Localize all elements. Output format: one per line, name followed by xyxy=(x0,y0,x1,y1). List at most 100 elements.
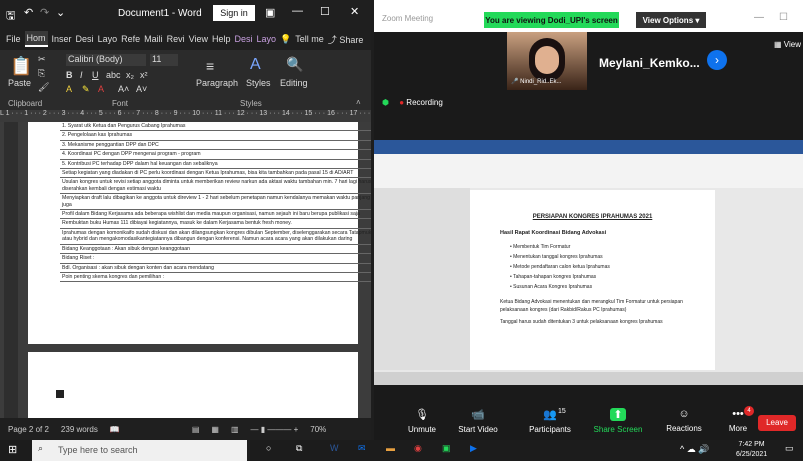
tab-home[interactable]: Hom xyxy=(24,31,48,47)
start-video-button[interactable]: 📹 Start Video xyxy=(448,408,508,434)
font-size-dropdown[interactable]: 11 xyxy=(150,54,178,66)
redo-icon[interactable]: ↷ xyxy=(40,6,49,19)
document-line[interactable]: 4. Koordinasi PC dengan DPP mengenai pro… xyxy=(60,150,371,160)
editing-button[interactable]: Editing xyxy=(280,78,308,88)
document-line[interactable]: Profil dalam Bidang Kerjasama ada bebera… xyxy=(60,210,371,220)
editing-icon[interactable]: 🔍 xyxy=(286,56,303,73)
zoom-slider[interactable]: — ▮ ——— + xyxy=(251,425,299,434)
next-page-button[interactable]: › xyxy=(707,50,727,70)
notification-icon[interactable]: ▭ xyxy=(785,443,794,454)
page-count[interactable]: Page 2 of 2 xyxy=(8,425,49,434)
document-line[interactable]: Menyiapkan draft lalu dibagikan ke anggo… xyxy=(60,194,371,211)
file-explorer-icon[interactable]: ▬ xyxy=(386,443,395,453)
close-icon[interactable]: ✕ xyxy=(350,5,359,18)
chrome-taskbar-icon[interactable]: ◉ xyxy=(414,443,422,454)
windows-start-icon[interactable]: ⊞ xyxy=(8,443,17,456)
reactions-button[interactable]: ☺ Reactions xyxy=(654,408,714,433)
document-line[interactable]: 1. Syarat utk Ketua dan Pengurus Cabang … xyxy=(60,122,371,132)
shrink-font-icon[interactable]: A˅ xyxy=(136,84,147,94)
document-line[interactable]: 2. Pengelolaan kas Iprahumas xyxy=(60,131,371,141)
leave-button[interactable]: Leave xyxy=(758,415,796,431)
clipboard-icon[interactable]: 📋 xyxy=(10,56,32,77)
font-name-dropdown[interactable]: Calibri (Body) xyxy=(66,54,146,66)
bold-icon[interactable]: B xyxy=(66,70,73,80)
tab-view[interactable]: View xyxy=(189,34,208,44)
view-options-button[interactable]: View Options ▾ xyxy=(636,12,706,28)
tab-insert[interactable]: Inser xyxy=(52,34,72,44)
font-color-icon[interactable]: A xyxy=(98,84,104,94)
strikethrough-icon[interactable]: abc xyxy=(106,70,121,80)
collapse-ribbon-icon[interactable]: ˄ xyxy=(356,98,361,107)
mail-taskbar-icon[interactable]: ✉ xyxy=(358,443,366,454)
taskbar-search-box[interactable]: ⌕ Type here to search xyxy=(32,440,247,461)
document-line[interactable]: Poin penting skema kongres dan pemilihan… xyxy=(60,273,371,283)
document-line[interactable]: Bdl. Organisasi : akan sibuk dengan kont… xyxy=(60,264,371,273)
tab-file[interactable]: File xyxy=(6,34,21,44)
tab-table-layout[interactable]: Layo xyxy=(257,34,277,44)
lightbulb-icon[interactable]: 💡 xyxy=(280,34,291,45)
print-layout-icon[interactable]: ▦ xyxy=(211,425,219,434)
tab-mailings[interactable]: Maili xyxy=(144,34,163,44)
document-line[interactable]: Iprahumas dengan komonikaifo sudah disku… xyxy=(60,229,371,245)
zoom-maximize-icon[interactable]: ☐ xyxy=(779,12,788,23)
tab-design[interactable]: Desi xyxy=(76,34,94,44)
taskbar-clock[interactable]: 7:42 PM 6/25/2021 xyxy=(736,440,767,460)
cut-icon[interactable]: ✂ xyxy=(38,54,46,65)
tab-table-design[interactable]: Desi xyxy=(235,34,253,44)
table-move-handle[interactable] xyxy=(56,390,64,398)
quick-access-icon[interactable]: ⌄ xyxy=(56,6,65,19)
paragraph-button[interactable]: Paragraph xyxy=(196,78,238,88)
document-line[interactable]: 3. Mekanisme penggantian DPP dan DPC xyxy=(60,141,371,151)
highlight-icon[interactable]: ✎ xyxy=(82,84,90,95)
view-toggle[interactable]: ▦ View xyxy=(774,40,801,49)
zoom-taskbar-icon[interactable]: ▶ xyxy=(470,443,477,454)
tell-me-box[interactable]: Tell me xyxy=(295,34,324,44)
maximize-icon[interactable]: ☐ xyxy=(320,5,330,18)
read-mode-icon[interactable]: ▤ xyxy=(192,425,200,434)
tab-review[interactable]: Revi xyxy=(167,34,185,44)
document-line[interactable]: Rembuktan buku Humas 111 dibiayai kegiat… xyxy=(60,219,371,229)
recording-indicator[interactable]: ⬢ ● Recording xyxy=(382,98,443,107)
document-line[interactable]: 5. Kontribusi PC terhadap DPP dalam hal … xyxy=(60,160,371,170)
grow-font-icon[interactable]: A˄ xyxy=(118,84,129,94)
app-taskbar-icon[interactable]: ▣ xyxy=(442,443,451,454)
format-painter-icon[interactable]: 🖌 xyxy=(38,82,49,93)
tab-help[interactable]: Help xyxy=(212,34,231,44)
subscript-icon[interactable]: x₂ xyxy=(126,70,134,80)
styles-button[interactable]: Styles xyxy=(246,78,271,88)
cortana-icon[interactable]: ○ xyxy=(266,443,271,453)
copy-icon[interactable]: ⎘ xyxy=(38,68,45,79)
web-layout-icon[interactable]: ▥ xyxy=(231,425,239,434)
participant-video-tile[interactable]: 🎤 Nindi_Rid..Ek... xyxy=(507,32,587,90)
share-button[interactable]: ⤴ Share xyxy=(328,33,364,46)
tab-references[interactable]: Refe xyxy=(121,34,140,44)
undo-icon[interactable]: ↶ xyxy=(24,6,33,19)
proofing-icon[interactable]: 📖 xyxy=(110,425,120,434)
document-line[interactable]: Bidang Riset : xyxy=(60,254,371,264)
save-icon[interactable]: 🖫 xyxy=(6,7,15,26)
word-taskbar-icon[interactable]: W xyxy=(330,443,339,453)
minimize-icon[interactable]: — xyxy=(292,5,303,17)
word-count[interactable]: 239 words xyxy=(61,425,98,434)
document-line[interactable]: Bidang Keanggotaan : Akan sibuk dengan k… xyxy=(60,245,371,255)
styles-icon[interactable]: A xyxy=(250,56,261,74)
document-page[interactable]: 1. Syarat utk Ketua dan Pengurus Cabang … xyxy=(28,122,371,344)
document-line[interactable]: Usulan kongres untuk revisi setiap anggo… xyxy=(60,178,371,195)
superscript-icon[interactable]: x² xyxy=(140,70,148,80)
unmute-button[interactable]: 🎙 Unmute xyxy=(392,408,452,434)
system-tray-icons[interactable]: ^ ☁ 🔊 xyxy=(680,444,709,455)
participants-button[interactable]: 👥 15 Participants xyxy=(520,408,580,434)
text-effects-icon[interactable]: A xyxy=(66,84,72,94)
italic-icon[interactable]: I xyxy=(80,70,83,80)
share-screen-button[interactable]: ⬆ Share Screen xyxy=(588,408,648,434)
ribbon-display-icon[interactable]: ▣ xyxy=(265,6,275,19)
sign-in-button[interactable]: Sign in xyxy=(213,5,255,21)
zoom-level[interactable]: 70% xyxy=(310,425,326,434)
task-view-icon[interactable]: ⧉ xyxy=(296,443,302,454)
document-line[interactable]: Setiap kegiatan yang diadakan di PC perl… xyxy=(60,169,371,179)
paragraph-icon[interactable]: ≡ xyxy=(206,58,214,74)
document-page-2[interactable] xyxy=(28,352,358,418)
tab-layout[interactable]: Layo xyxy=(98,34,118,44)
paste-button[interactable]: Paste xyxy=(8,78,31,88)
zoom-minimize-icon[interactable]: — xyxy=(754,12,764,23)
